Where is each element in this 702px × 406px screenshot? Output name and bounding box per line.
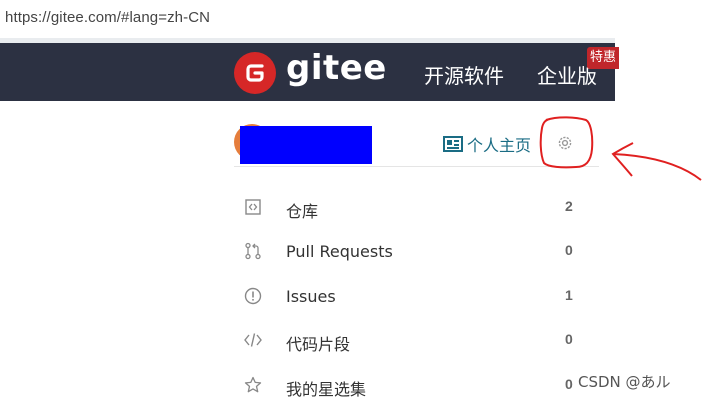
- menu-item-label: 我的星选集: [286, 380, 367, 399]
- profile-home-label: 个人主页: [467, 136, 532, 155]
- menu-item-label: 仓库: [286, 202, 319, 221]
- menu-item-repos[interactable]: 仓库 2: [234, 188, 604, 228]
- menu-item-label: Pull Requests: [286, 242, 393, 261]
- menu-item-count: 0: [565, 331, 573, 347]
- issue-icon: [244, 287, 262, 305]
- promo-badge[interactable]: 特惠: [587, 47, 620, 69]
- menu-item-snippets[interactable]: 代码片段 0: [234, 321, 604, 361]
- repo-icon: [245, 199, 261, 215]
- code-icon: [244, 333, 262, 347]
- menu-item-label: 代码片段: [286, 335, 351, 354]
- browser-address-bar[interactable]: https://gitee.com/#lang=zh-CN: [0, 0, 702, 38]
- redacted-username: [240, 126, 372, 164]
- address-url[interactable]: https://gitee.com/#lang=zh-CN: [5, 9, 210, 26]
- pull-request-icon: [245, 242, 261, 260]
- annotation-circle: [539, 116, 594, 169]
- gitee-logo-icon[interactable]: [234, 52, 276, 94]
- watermark: CSDN @あル: [578, 373, 671, 391]
- menu-item-count: 0: [565, 376, 573, 392]
- menu-item-count: 1: [565, 287, 573, 303]
- menu-item-count: 2: [565, 198, 573, 214]
- annotation-arrow: [611, 142, 702, 181]
- menu-item-issues[interactable]: Issues 1: [234, 277, 604, 317]
- star-icon: [244, 376, 262, 393]
- menu-item-starred[interactable]: 我的星选集 0: [234, 366, 604, 406]
- profile-home-link[interactable]: 个人主页: [443, 132, 531, 156]
- menu-item-count: 0: [565, 242, 573, 258]
- menu-item-pull-requests[interactable]: Pull Requests 0: [234, 232, 604, 272]
- menu-item-label: Issues: [286, 287, 336, 306]
- nav-open-source[interactable]: 开源软件: [424, 60, 504, 89]
- brand-name[interactable]: gitee: [286, 48, 387, 88]
- id-card-icon: [443, 136, 463, 152]
